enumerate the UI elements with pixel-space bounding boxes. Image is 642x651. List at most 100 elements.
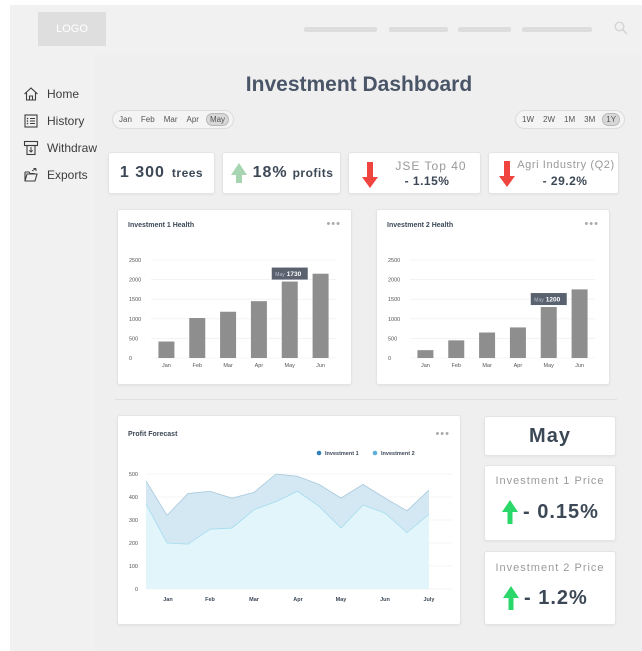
bar — [448, 340, 465, 358]
investment1-price-card: Investment 1 Price - 0.15% — [484, 465, 616, 541]
x-tick-label: Jun — [380, 597, 390, 603]
tooltip-value: 1730 — [287, 271, 302, 278]
month-option[interactable]: Apr — [184, 113, 200, 126]
x-tick-label: Feb — [452, 363, 461, 369]
x-tick-label: Mar — [223, 363, 233, 369]
x-tick-label: Jan — [421, 363, 430, 369]
price-value-row: - 1.2% — [502, 585, 588, 611]
bar — [250, 301, 267, 358]
tooltip-label: May — [534, 298, 544, 304]
y-tick-label: 0 — [388, 356, 391, 362]
price-value: - 0.15% — [523, 500, 599, 523]
nav-link-placeholder[interactable] — [522, 27, 592, 32]
y-tick-label: 0 — [129, 356, 132, 362]
investment2-health-card: Investment 2 Health ••• 0 500 1000 1500 2000… — [376, 209, 610, 385]
bar — [158, 341, 175, 358]
month-option[interactable]: Mar — [162, 113, 180, 126]
price-value: - 1.2% — [524, 586, 588, 609]
x-tick-label: Apr — [255, 363, 264, 369]
x-tick-label: Jun — [575, 363, 584, 369]
legend-dot-investment2 — [372, 450, 378, 456]
history-icon — [24, 114, 38, 128]
range-option[interactable]: 1W — [520, 113, 536, 126]
selected-month: May — [529, 424, 571, 447]
search-icon[interactable] — [614, 21, 628, 35]
x-tick-label: July — [423, 597, 435, 603]
jse-title: JSE Top 40 — [395, 159, 467, 173]
stat-card-profits: 18% profits — [222, 152, 341, 194]
x-tick-label: Jan — [163, 597, 173, 603]
month-option[interactable]: Feb — [139, 113, 157, 126]
x-tick-label: May — [336, 597, 348, 603]
range-option[interactable]: 3M — [582, 113, 597, 126]
y-tick-label: 0 — [135, 587, 138, 593]
sidebar-item-label: Home — [47, 87, 80, 101]
sidebar-item-label: Withdraw — [47, 141, 98, 155]
x-tick-label: Feb — [193, 363, 202, 369]
bar — [189, 318, 206, 358]
export-icon — [24, 168, 38, 182]
bar — [571, 289, 588, 358]
arrow-up-icon — [230, 163, 247, 183]
agri-title: Agri Industry (Q2) — [517, 159, 615, 171]
x-tick-label: May — [544, 363, 555, 369]
range-option[interactable]: 1M — [562, 113, 577, 126]
y-tick-label: 100 — [129, 564, 138, 570]
y-tick-label: 500 — [129, 472, 138, 478]
month-option[interactable]: Jan — [117, 113, 134, 126]
trees-label: trees — [171, 166, 204, 180]
month-option-selected[interactable]: May — [205, 113, 230, 126]
x-tick-label: Apr — [514, 363, 523, 369]
stat-card-jse: JSE Top 40 - 1.15% — [348, 152, 481, 194]
home-icon — [24, 87, 38, 101]
legend-label: Investment 1 — [325, 451, 359, 457]
sidebar-item-history[interactable]: History — [23, 113, 84, 129]
profit-forecast-chart: 0 100 200 300 400 500 Jan Feb Mar Apr May Jun July In… — [129, 450, 452, 603]
stat-card-trees: 1 300 trees — [108, 152, 215, 194]
bar — [220, 311, 237, 358]
profit-forecast-card: Profit Forecast ••• 0 100 200 300 400 500 Jan F… — [117, 415, 461, 625]
y-tick-label: 1500 — [129, 297, 141, 303]
sidebar-item-withdraw[interactable]: Withdraw — [23, 140, 97, 156]
y-tick-label: 2500 — [129, 258, 141, 264]
profits-label: profits — [292, 166, 334, 180]
sidebar-item-home[interactable]: Home — [23, 86, 79, 102]
page-title: Investment Dashboard — [245, 73, 473, 96]
bar — [509, 327, 526, 358]
nav-link-placeholder[interactable] — [458, 27, 511, 32]
sidebar-item-label: History — [47, 114, 85, 128]
x-tick-label: Apr — [293, 597, 303, 603]
agri-value: - 29.2% — [542, 174, 588, 188]
nav-link-placeholder[interactable] — [304, 27, 377, 32]
x-tick-label: Jan — [162, 363, 171, 369]
y-tick-label: 300 — [129, 518, 138, 524]
y-tick-label: 2000 — [388, 278, 400, 284]
range-option-selected[interactable]: 1Y — [602, 113, 621, 126]
section-divider — [115, 399, 617, 400]
tooltip-label: May — [275, 272, 285, 278]
nav-link-placeholder[interactable] — [389, 27, 448, 32]
bar — [540, 307, 557, 358]
investment1-health-card: Investment 1 Health ••• 0 500 1000 1500 2000… — [117, 209, 352, 385]
sidebar-item-exports[interactable]: Exports — [23, 167, 88, 183]
investment2-price-card: Investment 2 Price - 1.2% — [484, 551, 616, 625]
price-title: Investment 2 Price — [495, 562, 605, 574]
jse-value: - 1.15% — [404, 174, 450, 188]
y-tick-label: 1500 — [388, 297, 400, 303]
x-tick-label: Jun — [316, 363, 325, 369]
investment2-bar-chart: 05001000150020002500Jan Feb Mar Apr MayMay 12… — [388, 258, 595, 369]
x-tick-label: Mar — [249, 597, 260, 603]
range-option[interactable]: 2W — [541, 113, 557, 126]
legend-label: Investment 2 — [381, 451, 415, 457]
x-tick-label: Feb — [205, 597, 215, 603]
trees-value: 1 300 — [119, 164, 165, 181]
bar — [281, 281, 298, 358]
x-tick-label: Mar — [482, 363, 492, 369]
selected-month-card: May — [484, 416, 616, 456]
y-tick-label: 500 — [388, 336, 397, 342]
legend-dot-investment1 — [316, 450, 322, 456]
logo[interactable]: LOGO — [38, 12, 106, 46]
arrow-up-icon — [503, 586, 519, 610]
bar — [417, 350, 434, 358]
stat-card-agri: Agri Industry (Q2) - 29.2% — [488, 152, 619, 194]
